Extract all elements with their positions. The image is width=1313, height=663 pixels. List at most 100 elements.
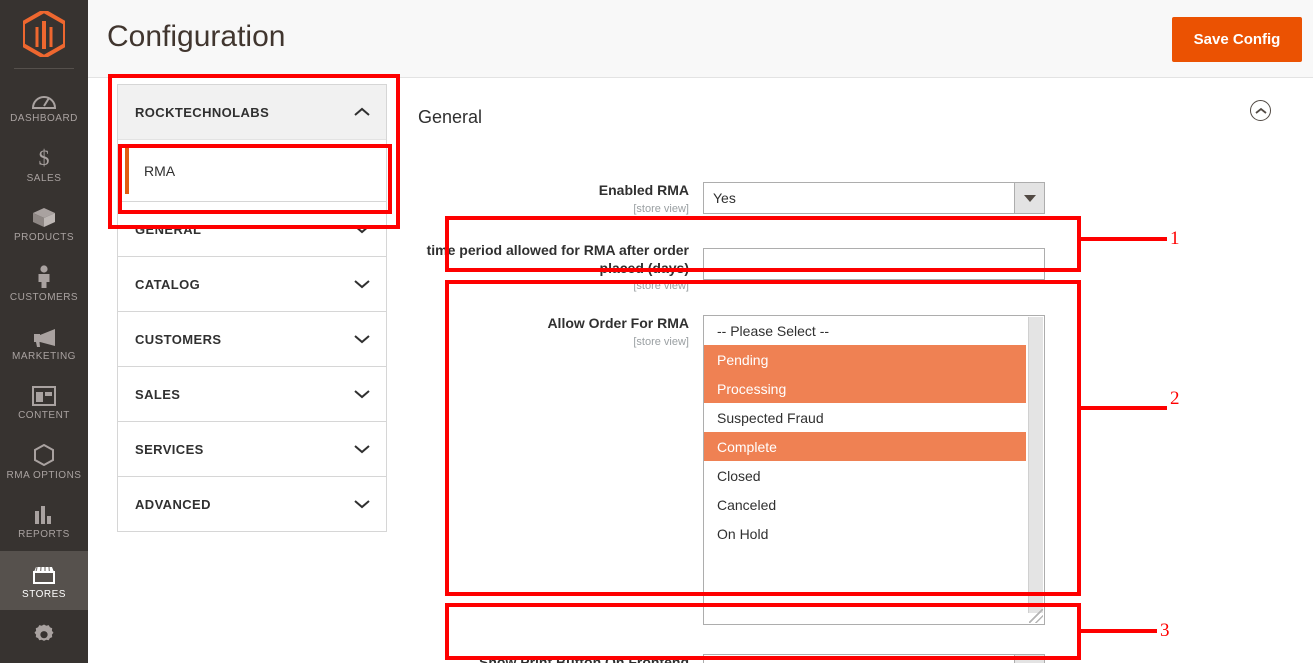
person-icon [31, 264, 57, 288]
magento-logo[interactable] [0, 0, 88, 68]
config-subitems-rocktechnolabs: RMA [118, 139, 386, 201]
sidebar-label-reports: Reports [18, 529, 70, 541]
hexagon-icon [31, 442, 57, 466]
config-group-header-customers[interactable]: CUSTOMERS [118, 312, 386, 366]
config-group-label: SALES [135, 386, 181, 402]
sidebar-label-customers: Customers [9, 291, 79, 303]
config-group-sales: SALES [117, 366, 387, 421]
field-scope: [store view] [633, 202, 689, 215]
list-item[interactable]: Pending [704, 345, 1026, 374]
list-item[interactable]: Canceled [704, 490, 1026, 519]
field-control-allow-order: -- Please Select -- Pending Processing S… [703, 315, 1045, 625]
field-scope: [store view] [633, 335, 689, 348]
field-show-print-button: Show Print Button On Frontend [store vie… [418, 654, 1298, 663]
field-allow-order-for-rma: Allow Order For RMA [store view] -- Plea… [418, 315, 1298, 625]
config-group-header-general[interactable]: GENERAL [118, 202, 386, 256]
multiselect-scrollbar[interactable] [1028, 317, 1043, 613]
chevron-down-icon [354, 387, 370, 402]
enabled-rma-select[interactable]: Yes [703, 182, 1045, 214]
sidebar-label-dashboard: Dashboard [10, 113, 78, 125]
config-group-header-sales[interactable]: SALES [118, 367, 386, 421]
triangle-down-icon[interactable] [1014, 654, 1045, 663]
sidebar-label-sales: Sales [26, 172, 62, 184]
enabled-rma-value: Yes [703, 182, 1014, 214]
list-item[interactable]: Suspected Fraud [704, 403, 1026, 432]
section-header-general: General [418, 96, 1298, 138]
svg-text:$: $ [39, 145, 50, 169]
gear-icon [31, 623, 57, 647]
multiselect-resize-handle[interactable] [1029, 609, 1043, 623]
field-label-allow-order: Allow Order For RMA [store view] [418, 315, 703, 625]
admin-sidebar: Dashboard $ Sales Products [0, 0, 88, 663]
field-control-show-print-button: Yes [703, 654, 1045, 663]
field-label-time-period: time period allowed for RMA after order … [418, 242, 703, 294]
sidebar-item-rma-options[interactable]: RMA Options [0, 432, 88, 491]
sidebar-label-products: Products [13, 232, 75, 244]
config-group-catalog: CATALOG [117, 256, 387, 311]
config-group-label: ADVANCED [135, 496, 211, 512]
sidebar-label-marketing: Marketing [12, 351, 76, 363]
sidebar-item-system[interactable] [0, 610, 88, 663]
list-item[interactable]: On Hold [704, 519, 1026, 548]
config-group-label: CUSTOMERS [135, 331, 222, 347]
show-print-button-select[interactable]: Yes [703, 654, 1045, 663]
list-item[interactable]: Processing [704, 374, 1026, 403]
chevron-down-icon [354, 277, 370, 292]
config-group-label: ROCKTECHNOLABS [135, 104, 270, 120]
field-enabled-rma: Enabled RMA [store view] Yes [418, 182, 1298, 216]
sidebar-label-content: Content [18, 410, 70, 422]
sidebar-item-reports[interactable]: Reports [0, 491, 88, 550]
config-group-label: SERVICES [135, 441, 204, 457]
configuration-content: General Enabled RMA [store view] Yes tim… [418, 96, 1298, 663]
dollar-icon: $ [31, 145, 57, 169]
config-group-general: GENERAL [117, 201, 387, 256]
config-subitem-rma[interactable]: RMA [118, 140, 386, 201]
sidebar-item-content[interactable]: Content [0, 372, 88, 431]
config-group-header-rocktechnolabs[interactable]: ROCKTECHNOLABS [118, 85, 386, 139]
triangle-down-icon[interactable] [1014, 182, 1045, 214]
list-item[interactable]: -- Please Select -- [704, 316, 1026, 345]
config-group-label: CATALOG [135, 276, 201, 292]
storefront-icon [31, 561, 57, 585]
allow-order-option-list: -- Please Select -- Pending Processing S… [704, 316, 1026, 548]
sidebar-item-marketing[interactable]: Marketing [0, 313, 88, 372]
list-item[interactable]: Closed [704, 461, 1026, 490]
field-label-enabled-rma: Enabled RMA [store view] [418, 182, 703, 216]
config-group-label: GENERAL [135, 221, 202, 237]
chevron-down-icon [354, 332, 370, 347]
config-group-customers: CUSTOMERS [117, 311, 387, 366]
config-group-header-services[interactable]: SERVICES [118, 422, 386, 476]
section-title: General [418, 106, 483, 127]
sidebar-divider [14, 67, 74, 69]
config-subitem-label: RMA [144, 162, 176, 179]
config-group-advanced: ADVANCED [117, 476, 387, 532]
allow-order-multiselect[interactable]: -- Please Select -- Pending Processing S… [703, 315, 1045, 625]
sidebar-item-dashboard[interactable]: Dashboard [0, 75, 88, 134]
field-control-enabled-rma: Yes [703, 182, 1045, 216]
time-period-input[interactable] [703, 248, 1045, 281]
page-header: Configuration Save Config [88, 0, 1313, 78]
sidebar-item-customers[interactable]: Customers [0, 253, 88, 312]
config-group-rocktechnolabs: ROCKTECHNOLABS RMA [117, 84, 387, 201]
field-time-period: time period allowed for RMA after order … [418, 242, 1298, 294]
field-scope: [store view] [633, 280, 689, 293]
chevron-down-icon [354, 497, 370, 512]
save-config-button[interactable]: Save Config [1172, 17, 1302, 62]
chevron-up-circle-icon[interactable] [1250, 100, 1271, 121]
box-icon [31, 204, 57, 228]
sidebar-label-rma-options: RMA Options [6, 469, 82, 481]
bar-chart-icon [31, 501, 57, 525]
show-print-button-value: Yes [703, 654, 1014, 663]
chevron-up-icon [354, 105, 370, 120]
field-label-show-print-button: Show Print Button On Frontend [store vie… [479, 654, 689, 663]
config-group-header-advanced[interactable]: ADVANCED [118, 477, 386, 531]
sidebar-label-stores: Stores [22, 588, 66, 600]
magento-logo-icon [23, 10, 65, 57]
megaphone-icon [31, 323, 57, 348]
dashboard-icon [31, 85, 57, 110]
config-group-header-catalog[interactable]: CATALOG [118, 257, 386, 311]
sidebar-item-products[interactable]: Products [0, 194, 88, 253]
list-item[interactable]: Complete [704, 432, 1026, 461]
sidebar-item-sales[interactable]: $ Sales [0, 134, 88, 193]
sidebar-item-stores[interactable]: Stores [0, 550, 88, 611]
